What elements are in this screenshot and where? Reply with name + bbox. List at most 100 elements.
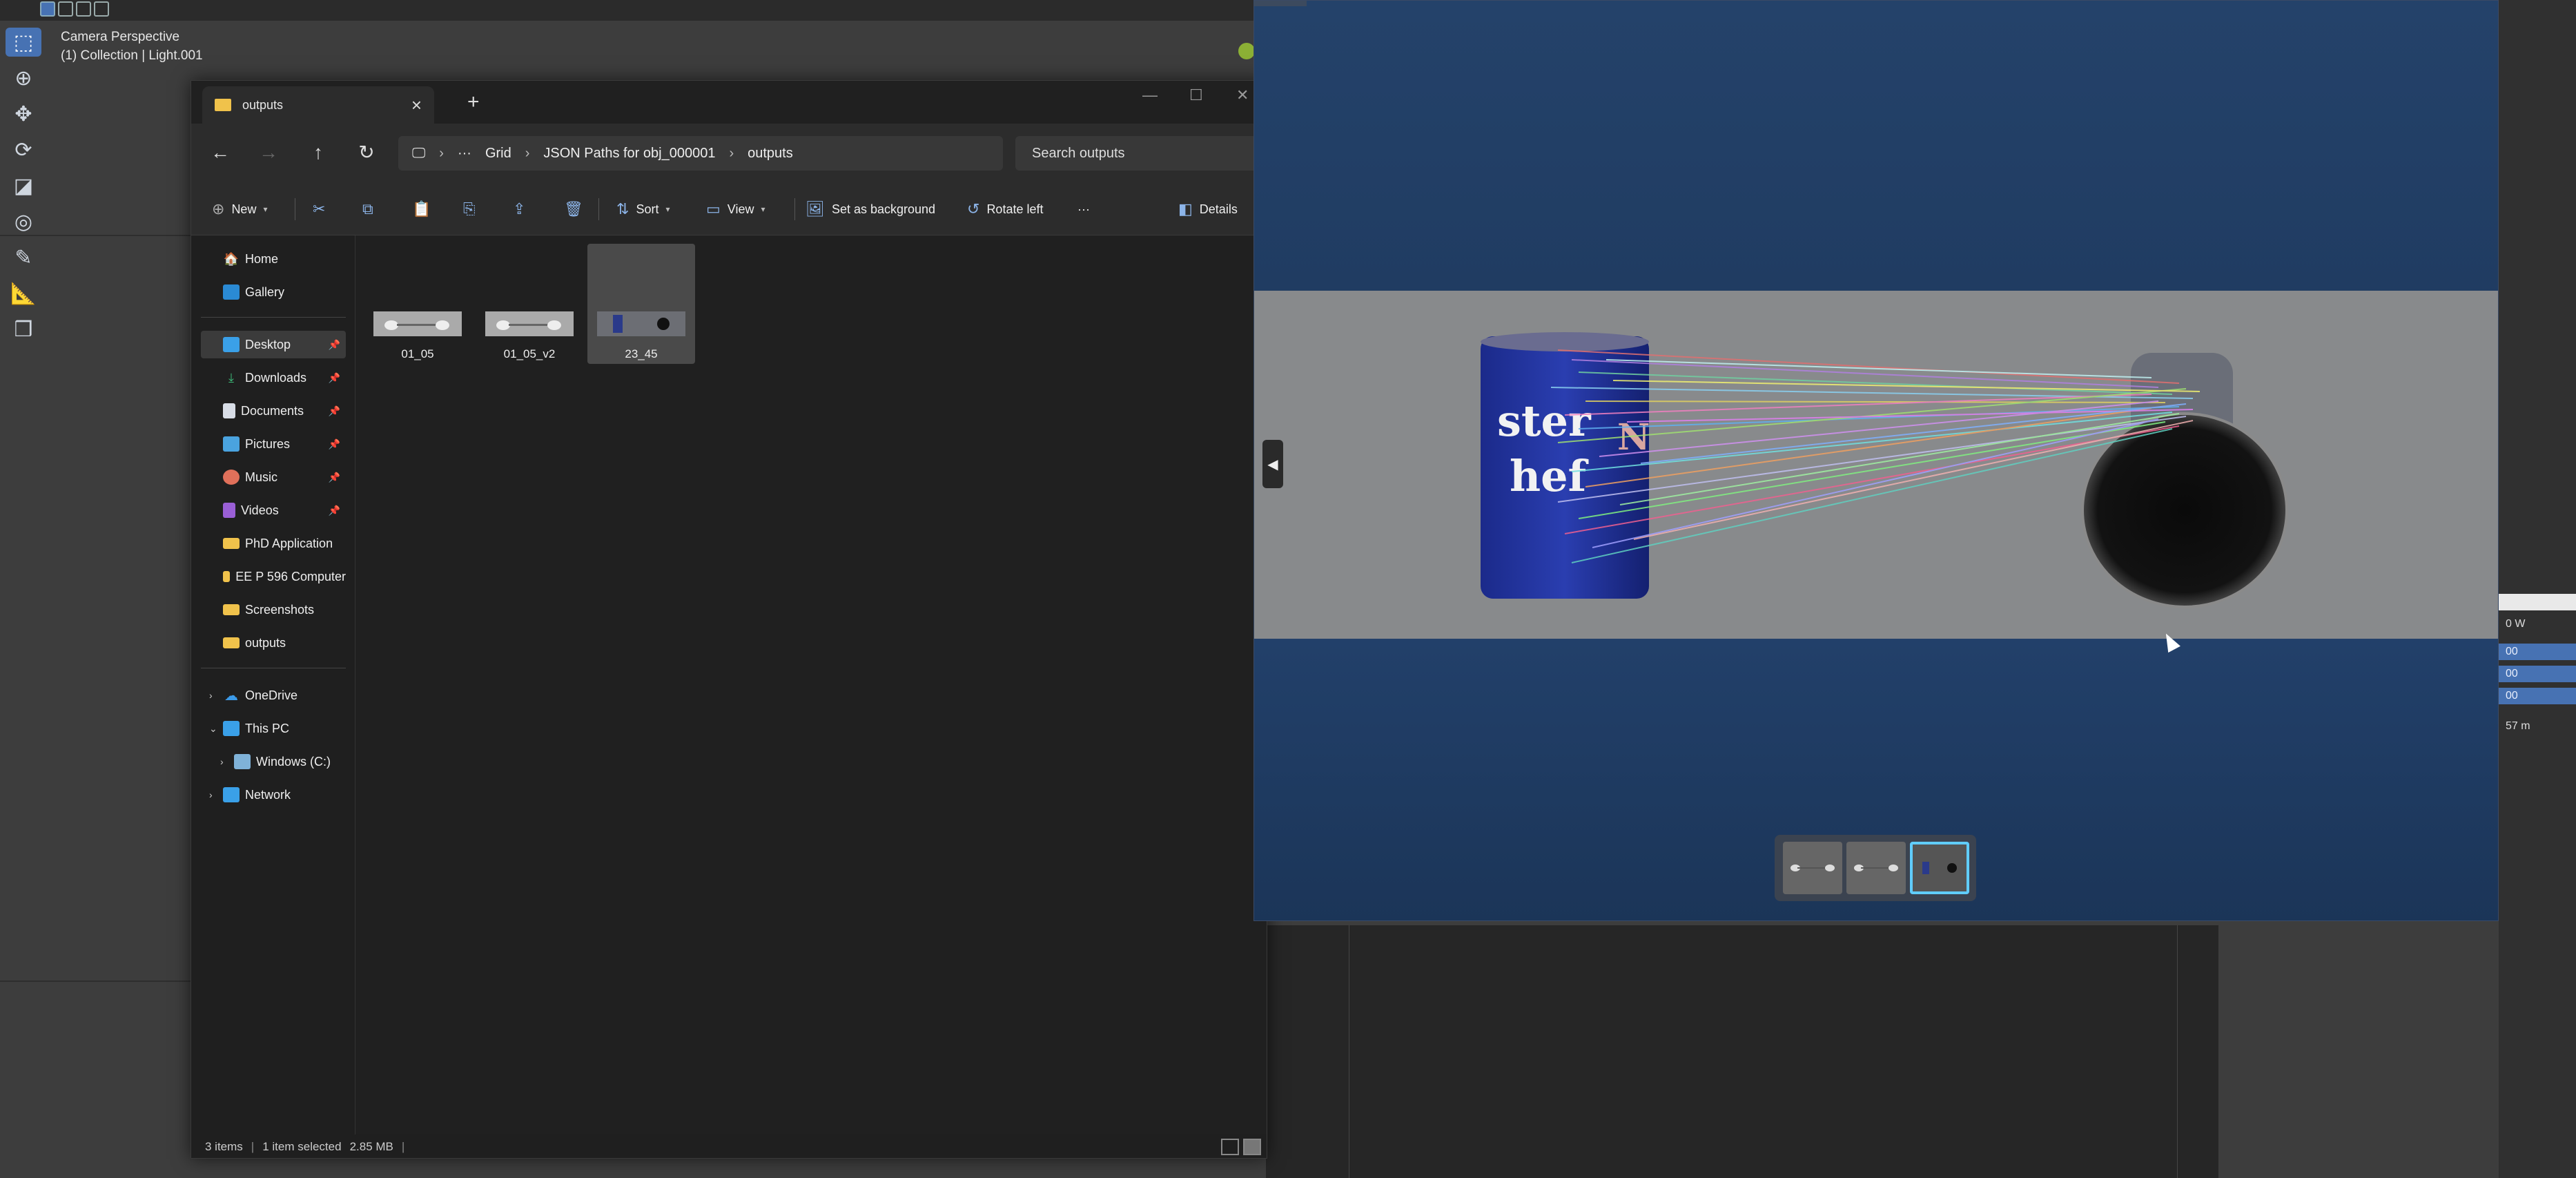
back-icon[interactable]: ← [206, 139, 234, 166]
up-icon[interactable]: ↑ [304, 139, 332, 166]
pin-icon[interactable]: 📌 [329, 372, 340, 384]
pin-icon[interactable]: 📌 [329, 405, 340, 417]
cursor-icon[interactable]: ⊕ [6, 64, 41, 93]
rotate-icon[interactable]: ⟳ [6, 135, 41, 164]
maximize-icon[interactable]: ☐ [1189, 86, 1203, 104]
view-button[interactable]: ▭ View ▾ [706, 197, 765, 222]
transform-icon[interactable]: ◎ [6, 207, 41, 236]
close-tab-icon[interactable]: × [411, 95, 422, 116]
close-window-icon[interactable]: ✕ [1236, 86, 1249, 104]
annotate-icon[interactable]: ✎ [6, 243, 41, 272]
add-cube-icon[interactable]: ❒ [6, 315, 41, 344]
sidebar-item-home[interactable]: 🏠 Home [201, 245, 346, 273]
set-background-button[interactable]: 🖼 Set as background [806, 197, 935, 222]
viewport-title: Camera Perspective [61, 30, 180, 44]
sidebar-item-downloads[interactable]: ⤓ Downloads 📌 [201, 364, 346, 392]
refresh-icon[interactable]: ↻ [353, 139, 380, 166]
mode-invert-icon[interactable] [94, 1, 109, 17]
sidebar-item-ee-p-596[interactable]: EE P 596 Computer [201, 563, 346, 590]
file-list: 01_05 01_05_v2 23_45 [355, 235, 1267, 1134]
previous-image-button[interactable]: ◀ [1262, 440, 1283, 488]
mode-subtract-icon[interactable] [76, 1, 91, 17]
property-slider[interactable]: 00 [2499, 644, 2576, 660]
new-button[interactable]: ⊕ New ▾ [212, 197, 267, 222]
details-button[interactable]: ◧ Details [1178, 197, 1238, 222]
sidebar-item-outputs[interactable]: outputs [201, 629, 346, 657]
photo-canvas: ster hef N [1254, 291, 2498, 639]
sort-button[interactable]: ⇅ Sort ▾ [616, 197, 670, 222]
pin-icon[interactable]: 📌 [329, 438, 340, 450]
chevron-right-icon[interactable]: › [220, 756, 224, 767]
paste-icon: 📋 [412, 200, 431, 218]
sidebar-item-this-pc[interactable]: ⌄ This PC [201, 715, 346, 742]
tiles-view-icon[interactable] [1243, 1139, 1261, 1155]
chevron-down-icon[interactable]: ⌄ [209, 723, 217, 735]
sidebar-item-pictures[interactable]: Pictures 📌 [201, 430, 346, 458]
forward-icon[interactable]: → [255, 139, 282, 166]
filmstrip-thumb[interactable] [1846, 842, 1906, 894]
light-gizmo[interactable] [1238, 43, 1255, 59]
search-input[interactable]: Search outputs [1015, 136, 1267, 171]
mode-new-icon[interactable] [40, 1, 55, 17]
sidebar-item-phd-application[interactable]: PhD Application [201, 530, 346, 557]
property-slider[interactable]: 00 [2499, 688, 2576, 704]
details-view-icon[interactable] [1221, 1139, 1239, 1155]
breadcrumb-more[interactable]: ··· [458, 146, 471, 162]
breadcrumb-grid[interactable]: Grid [485, 146, 511, 162]
sidebar-item-onedrive[interactable]: › ☁ OneDrive [201, 682, 346, 709]
measure-icon[interactable]: 📐 [6, 279, 41, 308]
cut-button[interactable]: ✂ [313, 197, 325, 222]
scale-icon[interactable]: ◪ [6, 171, 41, 200]
home-icon: 🏠 [223, 251, 240, 266]
pin-icon[interactable]: 📌 [329, 505, 340, 516]
monitor-icon[interactable]: 🖵 [412, 146, 425, 162]
sidebar-item-network[interactable]: › Network [201, 781, 346, 809]
filmstrip-thumb-selected[interactable] [1910, 842, 1969, 894]
sidebar-item-music[interactable]: Music 📌 [201, 463, 346, 491]
breadcrumb-json-paths[interactable]: JSON Paths for obj_000001 [543, 146, 715, 162]
paste-button[interactable]: 📋 [412, 197, 431, 222]
desktop-icon [223, 337, 240, 352]
rename-button[interactable]: ⎘ [463, 197, 476, 222]
mode-extend-icon[interactable] [58, 1, 73, 17]
select-box-icon[interactable]: ⬚ [6, 28, 41, 57]
file-item-01-05[interactable]: 01_05 [364, 244, 471, 364]
more-options-button[interactable]: ··· [1077, 197, 1090, 222]
file-item-01-05-v2[interactable]: 01_05_v2 [476, 244, 583, 364]
rotate-left-button[interactable]: ↺ Rotate left [967, 197, 1043, 222]
pin-icon[interactable]: 📌 [329, 472, 340, 483]
filmstrip-thumb[interactable] [1783, 842, 1842, 894]
viewer-top-handle[interactable] [1254, 1, 1307, 6]
chevron-right-icon[interactable]: › [209, 690, 213, 701]
sidebar-item-documents[interactable]: Documents 📌 [201, 397, 346, 425]
pin-icon[interactable]: 📌 [329, 339, 340, 351]
move-icon[interactable]: ✥ [6, 99, 41, 128]
property-slider[interactable]: 00 [2499, 666, 2576, 682]
chevron-right-icon[interactable]: › [209, 789, 213, 800]
sidebar-item-desktop[interactable]: Desktop 📌 [201, 331, 346, 358]
selection-size: 2.85 MB [349, 1140, 393, 1153]
copy-button[interactable]: ⧉ [362, 197, 373, 222]
share-button[interactable]: ⇪ [513, 197, 525, 222]
chevron-right-icon: › [439, 145, 444, 161]
copy-icon: ⧉ [362, 200, 373, 218]
property-field[interactable] [2499, 594, 2576, 610]
sidebar-item-gallery[interactable]: Gallery [201, 278, 346, 306]
sidebar-item-screenshots[interactable]: Screenshots [201, 596, 346, 624]
minimize-icon[interactable]: — [1142, 86, 1158, 104]
computer-icon [223, 721, 240, 736]
file-explorer-window: outputs × + — ☐ ✕ ← → ↑ ↻ 🖵 › ··· Grid ›… [191, 80, 1267, 1159]
breadcrumb-outputs[interactable]: outputs [748, 146, 793, 162]
selection-mode-icons[interactable] [40, 1, 109, 17]
match-visualization: ster hef N [1481, 332, 2288, 608]
breadcrumb[interactable]: 🖵 › ··· Grid › JSON Paths for obj_000001… [398, 136, 1003, 171]
sidebar-item-videos[interactable]: Videos 📌 [201, 496, 346, 524]
tab-outputs[interactable]: outputs × [202, 86, 434, 124]
delete-button[interactable]: 🗑 [564, 197, 583, 222]
sidebar-item-windows-c[interactable]: › Windows (C:) [212, 748, 346, 775]
share-icon: ⇪ [513, 200, 526, 218]
file-item-23-45[interactable]: 23_45 [587, 244, 695, 364]
new-tab-button[interactable]: + [467, 90, 480, 114]
trash-icon: 🗑 [564, 200, 583, 218]
cloud-icon: ☁ [224, 688, 238, 704]
